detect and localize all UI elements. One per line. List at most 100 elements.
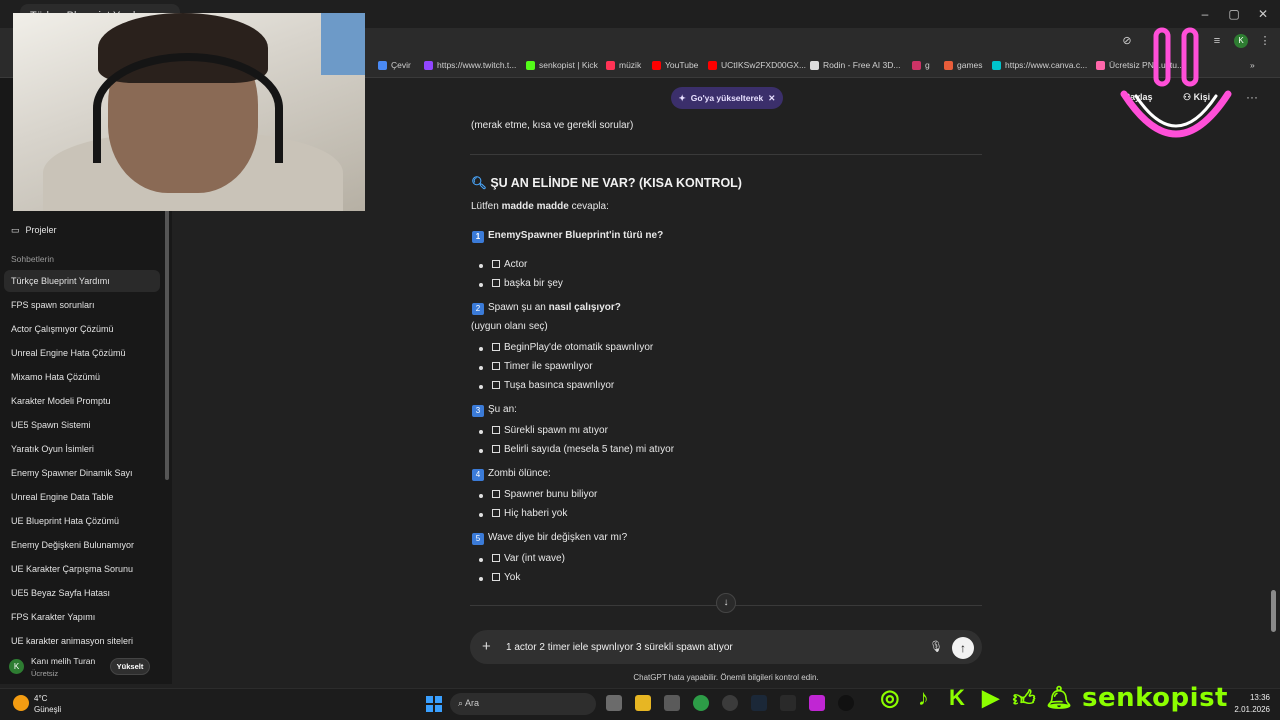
chat-item[interactable]: Unreal Engine Data Table [4,486,160,508]
bookmark-favicon-icon [378,60,387,70]
user-name: Kanı melih Turan [31,656,96,666]
question-3: 3 Şu an: [472,404,517,417]
bookmark-item[interactable]: https://www.twitch.t... [424,60,516,70]
chat-item[interactable]: Enemy Spawner Dinamik Sayı [4,462,160,484]
user-plan: Ücretsiz [31,669,59,678]
checkbox-icon [492,509,500,517]
thumbs-up-icon: 👍︎ [1012,685,1036,711]
chat-item[interactable]: Enemy Değişkeni Bulunamıyor [4,534,160,556]
message-input[interactable]: 1 actor 2 timer iele spwnlıyor 3 sürekli… [506,642,733,653]
bookmark-item[interactable]: Çevir [378,60,411,70]
checkbox-icon [492,573,500,581]
bookmark-item[interactable]: https://www.canva.c... [992,60,1087,70]
weather-sun-icon[interactable] [13,695,29,711]
minimize-icon[interactable]: – [1197,6,1213,22]
weather-description: Güneşli [34,705,62,714]
chevron-right-icon[interactable]: » [1250,60,1255,70]
bookmark-item[interactable]: UCtIKSw2FXD00GX... [708,60,806,70]
bullet [479,449,483,453]
upgrade-button[interactable]: Yükselt [110,658,150,675]
browser-menu-icon[interactable]: ⋮ [1258,34,1272,48]
bookmark-favicon-icon [810,60,819,70]
chat-item[interactable]: UE5 Beyaz Sayfa Hatası [4,582,160,604]
bullet [479,558,483,562]
plus-icon[interactable]: + [482,639,491,654]
close-window-icon[interactable]: ✕ [1255,6,1271,22]
browser-profile-avatar[interactable]: K [1234,34,1248,48]
option-item: Tuşa basınca spawnlıyor [492,380,614,391]
weather-temperature: 4°C [34,694,48,703]
clock-time[interactable]: 13:36 [1240,693,1270,702]
bell-icon: 🔔︎ [1045,685,1073,710]
kick-icon: K [949,685,965,710]
streamer-name: senkopist [1081,683,1228,713]
sidebar-projects[interactable]: ▭ Projeler [4,220,160,240]
tiktok-icon: ♪ [917,685,929,710]
chat-item[interactable]: UE5 Spawn Sistemi [4,414,160,436]
bullet [479,385,483,389]
number-badge: 2 [472,303,484,315]
option-item: Spawner bunu biliyor [492,489,597,500]
instagram-icon: ◎ [880,685,900,710]
option-item: Yok [492,572,520,583]
bookmark-favicon-icon [424,60,433,70]
send-button[interactable]: ↑ [952,637,974,659]
chat-item[interactable]: UE Blueprint Hata Çözümü [4,510,160,532]
chat-item[interactable]: UE karakter animasyon siteleri [4,630,160,652]
file-explorer-icon[interactable] [635,695,651,711]
option-item: başka bir şey [492,278,563,289]
unreal-engine-icon[interactable] [838,695,854,711]
taskbar-search[interactable]: ⌕ Ara [450,693,596,715]
message-intro: (merak etme, kısa ve gerekli sorular) [471,120,634,131]
chat-item[interactable]: UE Karakter Çarpışma Sorunu [4,558,160,580]
clock-date[interactable]: 2.01.2026 [1230,705,1270,714]
steam-icon[interactable] [751,695,767,711]
chat-item[interactable]: Türkçe Blueprint Yardımı [4,270,160,292]
main-scrollbar[interactable] [1271,590,1276,632]
sidebar-section-label: Sohbetlerin [11,254,55,264]
checkbox-icon [492,426,500,434]
bookmark-favicon-icon [1096,60,1105,70]
checkbox-icon [492,362,500,370]
user-avatar[interactable]: K [9,659,24,674]
bullet [479,494,483,498]
question-2: 2 Spawn şu an nasıl çalışıyor? [472,302,621,315]
scroll-down-icon[interactable]: ↓ [716,593,736,613]
bookmark-item[interactable]: g [912,60,930,70]
chat-item[interactable]: Yaratık Oyun İsimleri [4,438,160,460]
checkbox-icon [492,343,500,351]
upgrade-pill[interactable]: ✦ Go'ya yükselterek ✕ [671,87,783,109]
close-icon[interactable]: ✕ [768,93,775,104]
chat-item[interactable]: Unreal Engine Hata Çözümü [4,342,160,364]
social-overlay: ◎ ♪ K ▶ 👍︎ 🔔︎ senkopist [878,682,1228,714]
chat-item[interactable]: FPS Karakter Yapımı [4,606,160,628]
magnifier-icon: 🔍︎ [471,176,491,190]
app-icon[interactable] [809,695,825,711]
sidebar-scrollbar[interactable] [165,200,169,480]
bookmark-item[interactable]: Rodin - Free AI 3D... [810,60,900,70]
bookmark-item[interactable]: games [944,60,983,70]
store-icon[interactable] [664,695,680,711]
checkbox-icon [492,381,500,389]
task-view-icon[interactable] [606,695,622,711]
search-icon: ⌕ [458,698,466,708]
youtube-icon: ▶ [982,685,1000,710]
app-icon[interactable] [722,695,738,711]
bookmark-favicon-icon [944,60,953,70]
epic-games-icon[interactable] [780,695,796,711]
bullet [479,577,483,581]
bookmark-item[interactable]: YouTube [652,60,698,70]
more-options-icon[interactable]: ··· [1246,90,1258,104]
chat-item[interactable]: Mixamo Hata Çözümü [4,366,160,388]
bookmark-item[interactable]: senkopist | Kick [526,60,598,70]
number-badge: 5 [472,533,484,545]
microphone-icon[interactable]: 🎙︎ [929,640,943,653]
number-badge: 4 [472,469,484,481]
chat-item[interactable]: Actor Çalışmıyor Çözümü [4,318,160,340]
chat-item[interactable]: Karakter Modeli Promptu [4,390,160,412]
bookmark-item[interactable]: müzik [606,60,641,70]
chrome-icon[interactable] [693,695,709,711]
chat-item[interactable]: FPS spawn sorunları [4,294,160,316]
maximize-icon[interactable]: ▢ [1226,6,1242,22]
windows-start-icon[interactable] [426,696,442,712]
